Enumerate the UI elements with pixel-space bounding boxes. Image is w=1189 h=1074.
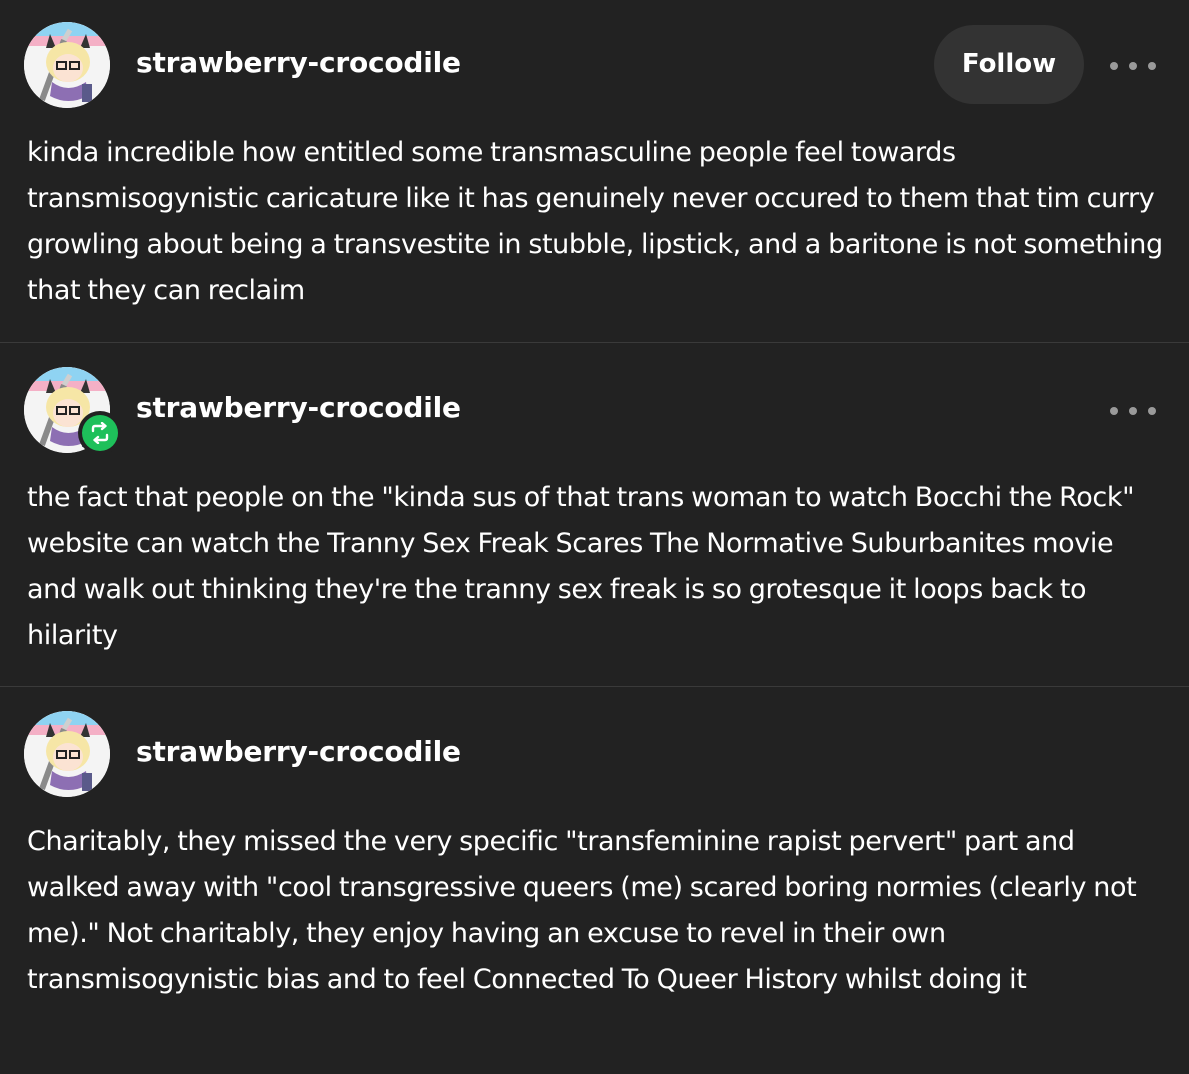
avatar[interactable] xyxy=(24,711,110,797)
post-body: kinda incredible how entitled some trans… xyxy=(27,137,1163,306)
post-header: strawberry-crocodile xyxy=(0,709,1189,799)
ellipsis-icon[interactable] xyxy=(1110,54,1156,78)
ellipsis-dot xyxy=(1148,407,1156,415)
ellipsis-dot xyxy=(1110,407,1118,415)
avatar[interactable] xyxy=(24,22,110,108)
reblog-icon xyxy=(78,411,122,455)
post-original: strawberry-crocodile Follow kinda incred… xyxy=(0,0,1189,342)
ellipsis-dot xyxy=(1129,62,1137,70)
ellipsis-dot xyxy=(1129,407,1137,415)
ellipsis-icon[interactable] xyxy=(1110,399,1156,423)
post-header: strawberry-crocodile xyxy=(0,365,1189,455)
avatar-image xyxy=(24,22,110,108)
ellipsis-dot xyxy=(1148,62,1156,70)
post-reblog: strawberry-crocodile the fact that peopl… xyxy=(0,342,1189,686)
username[interactable]: strawberry-crocodile xyxy=(136,391,461,424)
follow-button[interactable]: Follow xyxy=(934,25,1084,104)
ellipsis-dot xyxy=(1110,62,1118,70)
post-header: strawberry-crocodile Follow xyxy=(0,20,1189,110)
post-body: the fact that people on the "kinda sus o… xyxy=(27,482,1135,651)
avatar-image xyxy=(24,711,110,797)
username[interactable]: strawberry-crocodile xyxy=(136,46,461,79)
username[interactable]: strawberry-crocodile xyxy=(136,735,461,768)
post-reply: strawberry-crocodile Charitably, they mi… xyxy=(0,686,1189,1074)
post-body: Charitably, they missed the very specifi… xyxy=(27,826,1137,995)
